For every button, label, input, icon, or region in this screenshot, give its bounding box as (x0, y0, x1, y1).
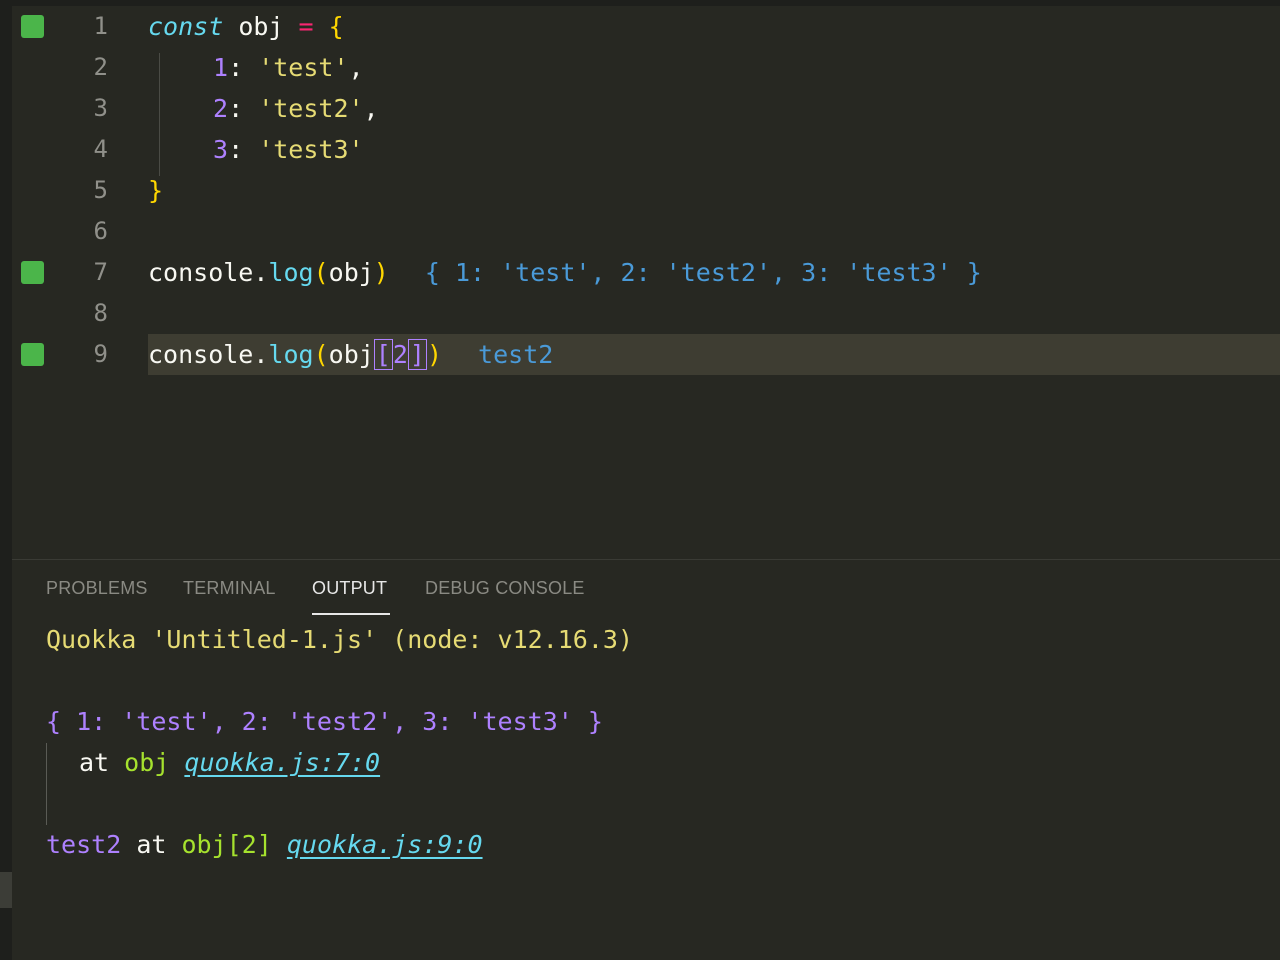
function-name: log (268, 340, 314, 369)
paren: ( (313, 340, 329, 369)
comma: , (348, 53, 364, 82)
code-line-4[interactable]: 4 3: 'test3' (12, 129, 1280, 170)
keyword: const (148, 12, 224, 41)
inline-result: test2 (478, 340, 554, 369)
string-literal: 'test3' (258, 135, 364, 164)
activity-edge (0, 0, 12, 960)
paren: ) (373, 258, 389, 287)
output-value: { 1: 'test', 2: 'test2', 3: 'test3' } (46, 707, 603, 736)
object-key: 2 (213, 94, 229, 123)
at-label: at (79, 748, 110, 777)
line-number: 2 (93, 53, 108, 81)
output-group-bar (46, 743, 47, 825)
line-number: 8 (93, 299, 108, 327)
source-link[interactable]: quokka.js:7:0 (184, 748, 380, 777)
coverage-marker (21, 15, 44, 38)
index-literal: 2 (392, 340, 408, 369)
line-number: 5 (93, 176, 108, 204)
code-line-9[interactable]: 9 console.log(obj[2]) test2 (12, 334, 1280, 375)
code-text[interactable]: console.log(obj[2]) test2 (148, 334, 553, 375)
dot: . (253, 340, 269, 369)
object-key: 1 (213, 53, 229, 82)
scroll-indicator[interactable] (0, 872, 12, 908)
line-number: 1 (93, 12, 108, 40)
code-line-3[interactable]: 3 2: 'test2', (12, 88, 1280, 129)
dot: . (253, 258, 269, 287)
identifier: console (148, 340, 254, 369)
identifier: obj (238, 12, 284, 41)
paren: ( (313, 258, 329, 287)
coverage-marker (21, 261, 44, 284)
identifier: obj (328, 340, 374, 369)
code-text[interactable]: 3: 'test3' (213, 129, 364, 170)
output-location: at obj quokka.js:7:0 (79, 742, 380, 783)
colon: : (228, 94, 244, 123)
brace: } (148, 176, 164, 205)
code-text[interactable]: 1: 'test', (213, 47, 364, 88)
code-text[interactable]: console.log(obj) { 1: 'test', 2: 'test2',… (148, 252, 982, 293)
code-line-2[interactable]: 2 1: 'test', (12, 47, 1280, 88)
bottom-panel: PROBLEMS TERMINAL OUTPUT DEBUG CONSOLE Q… (12, 560, 1280, 960)
tab-problems[interactable]: PROBLEMS (46, 578, 148, 599)
tab-debug-console[interactable]: DEBUG CONSOLE (425, 578, 585, 599)
code-text[interactable]: 2: 'test2', (213, 88, 379, 129)
code-line-7[interactable]: 7 console.log(obj) { 1: 'test', 2: 'test2… (12, 252, 1280, 293)
source-link[interactable]: quokka.js:9:0 (287, 830, 483, 859)
code-editor[interactable]: 1 const obj = { 2 1: 'test', 3 2: 'test2… (12, 6, 1280, 559)
matched-bracket: [ (373, 339, 393, 370)
colon: : (228, 53, 244, 82)
line-number: 7 (93, 258, 108, 286)
expression: obj[2] (181, 830, 272, 859)
active-tab-indicator (312, 613, 390, 615)
string-literal: 'test2' (258, 94, 364, 123)
identifier: console (148, 258, 254, 287)
inline-result: { 1: 'test', 2: 'test2', 3: 'test3' } (424, 258, 982, 287)
operator: = (298, 12, 314, 41)
matched-bracket: ] (407, 339, 427, 370)
at-label: at (136, 830, 167, 859)
object-key: 3 (213, 135, 229, 164)
code-line-6[interactable]: 6 (12, 211, 1280, 252)
code-line-5[interactable]: 5 } (12, 170, 1280, 211)
string-literal: 'test' (258, 53, 349, 82)
line-number: 3 (93, 94, 108, 122)
brace: { (328, 12, 344, 41)
identifier: obj (328, 258, 374, 287)
paren: ) (426, 340, 443, 369)
colon: : (228, 135, 244, 164)
line-number: 4 (93, 135, 108, 163)
output-header: Quokka 'Untitled-1.js' (node: v12.16.3) (46, 625, 633, 654)
coverage-marker (21, 343, 44, 366)
code-text[interactable]: } (148, 170, 163, 211)
code-line-8[interactable]: 8 (12, 293, 1280, 334)
function-name: log (268, 258, 314, 287)
code-text[interactable]: const obj = { (148, 6, 344, 47)
comma: , (363, 94, 379, 123)
expression: obj (124, 748, 170, 777)
line-number: 9 (93, 340, 108, 368)
output-line: test2 at obj[2] quokka.js:9:0 (46, 824, 483, 865)
line-number: 6 (93, 217, 108, 245)
code-line-1[interactable]: 1 const obj = { (12, 6, 1280, 47)
tab-output[interactable]: OUTPUT (312, 578, 387, 599)
output-value: test2 (46, 830, 122, 859)
tab-terminal[interactable]: TERMINAL (183, 578, 276, 599)
